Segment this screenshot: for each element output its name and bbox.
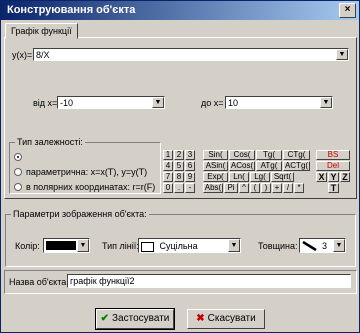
key-minus[interactable]: - [185,183,195,193]
from-input[interactable]: -10 ▼ [57,96,165,109]
key-plus[interactable]: + [272,183,282,193]
function-label: y(x)= [12,50,33,60]
name-label: Назва об'єкта: [9,277,69,287]
thickness-select[interactable]: 3 ▼ [299,238,346,253]
key-pi[interactable]: Pi [224,183,238,193]
thickness-value: 3 [322,241,328,251]
key-8[interactable]: 8 [174,172,184,182]
radio-parametric[interactable] [14,168,22,176]
key-lg[interactable]: Lg( [250,172,270,182]
key-cos[interactable]: Cos( [229,150,255,160]
key-lparen[interactable]: ( [250,183,260,193]
line-type-value: Суцільна [159,241,198,251]
line-type-select[interactable]: Суцільна ▼ [138,238,241,253]
display-legend: Параметри зображення об'єкта: [11,209,149,219]
key-7[interactable]: 7 [163,172,173,182]
key-3[interactable]: 3 [185,150,195,160]
radio-polar-label: в полярних координатах: r=r(F) [26,182,156,192]
cancel-button[interactable]: ✖ Скасувати [187,309,265,329]
chevron-down-icon[interactable]: ▼ [320,97,332,108]
color-swatch [46,241,76,250]
line-swatch-icon [141,241,154,252]
key-abs[interactable]: Abs( [203,183,223,193]
to-input[interactable]: 10 ▼ [225,96,333,109]
cancel-label: Скасувати [207,313,256,324]
apply-label: Застосувати [112,313,170,324]
key-rparen[interactable]: ) [261,183,271,193]
chevron-down-icon[interactable]: ▼ [228,239,240,252]
dialog-window: Конструювання об'єкта × Графік функції y… [0,0,360,333]
color-select[interactable]: ▼ [43,238,90,253]
key-z[interactable]: Z [340,172,350,182]
radio-parametric-label: параметрична: x=x(T), y=y(T) [26,167,148,177]
key-sqrt[interactable]: Sqrt( [271,172,294,182]
chevron-down-icon[interactable]: ▼ [336,49,348,60]
from-value: -10 [60,98,74,108]
key-multiply[interactable]: * [294,183,304,193]
key-atg[interactable]: ATg( [256,161,282,171]
key-5[interactable]: 5 [174,161,184,171]
chevron-down-icon[interactable]: ▼ [333,239,345,252]
function-input[interactable]: 8/X ▼ [33,48,349,61]
cross-icon: ✖ [196,313,205,324]
dependency-legend: Тип залежності: [15,137,85,147]
to-label: до x= [201,98,224,108]
key-ln[interactable]: Ln( [229,172,249,182]
key-tg[interactable]: Tg( [256,150,282,160]
key-2[interactable]: 2 [174,150,184,160]
line-type-label: Тип лінії: [102,241,139,251]
key-sin[interactable]: Sin( [203,150,228,160]
tab-function-graph[interactable]: Графік функції [5,23,78,39]
radio-polar[interactable] [14,183,22,191]
thickness-label: Товщина: [258,241,298,251]
key-9[interactable]: 9 [185,172,195,182]
key-actg[interactable]: ACTg( [283,161,310,171]
key-y[interactable]: Y [328,172,339,182]
function-value: 8/X [36,50,50,60]
radio-explicit[interactable] [14,153,22,161]
window-title: Конструювання об'єкта [7,4,136,16]
key-ctg[interactable]: CTg( [283,150,310,160]
title-bar: Конструювання об'єкта × [1,1,359,20]
key-exp[interactable]: Exp( [203,172,228,182]
key-4[interactable]: 4 [163,161,173,171]
thickness-line-icon [302,240,317,252]
key-dot[interactable]: . [174,183,184,193]
key-x[interactable]: X [316,172,327,182]
apply-button[interactable]: ✔ Застосувати [95,308,175,330]
color-label: Колір: [15,241,40,251]
key-power[interactable]: ^ [239,183,249,193]
tab-panel: y(x)= 8/X ▼ від x= -10 ▼ до x= 10 ▼ Тип … [4,37,357,199]
chevron-down-icon[interactable]: ▼ [152,97,164,108]
key-divide[interactable]: / [283,183,293,193]
key-acos[interactable]: ACos( [229,161,255,171]
checkmark-icon: ✔ [100,313,110,324]
from-label: від x= [33,98,58,108]
key-t[interactable]: T [328,183,339,193]
key-asin[interactable]: ASin( [203,161,228,171]
key-1[interactable]: 1 [163,150,173,160]
chevron-down-icon[interactable]: ▼ [77,239,89,252]
name-input[interactable]: графік функції2 [67,274,351,288]
key-0[interactable]: 0 [163,183,173,193]
key-backspace[interactable]: BS [316,150,350,160]
close-button[interactable]: × [339,3,356,18]
to-value: 10 [228,98,239,108]
key-6[interactable]: 6 [185,161,195,171]
key-delete[interactable]: Del [316,161,350,171]
